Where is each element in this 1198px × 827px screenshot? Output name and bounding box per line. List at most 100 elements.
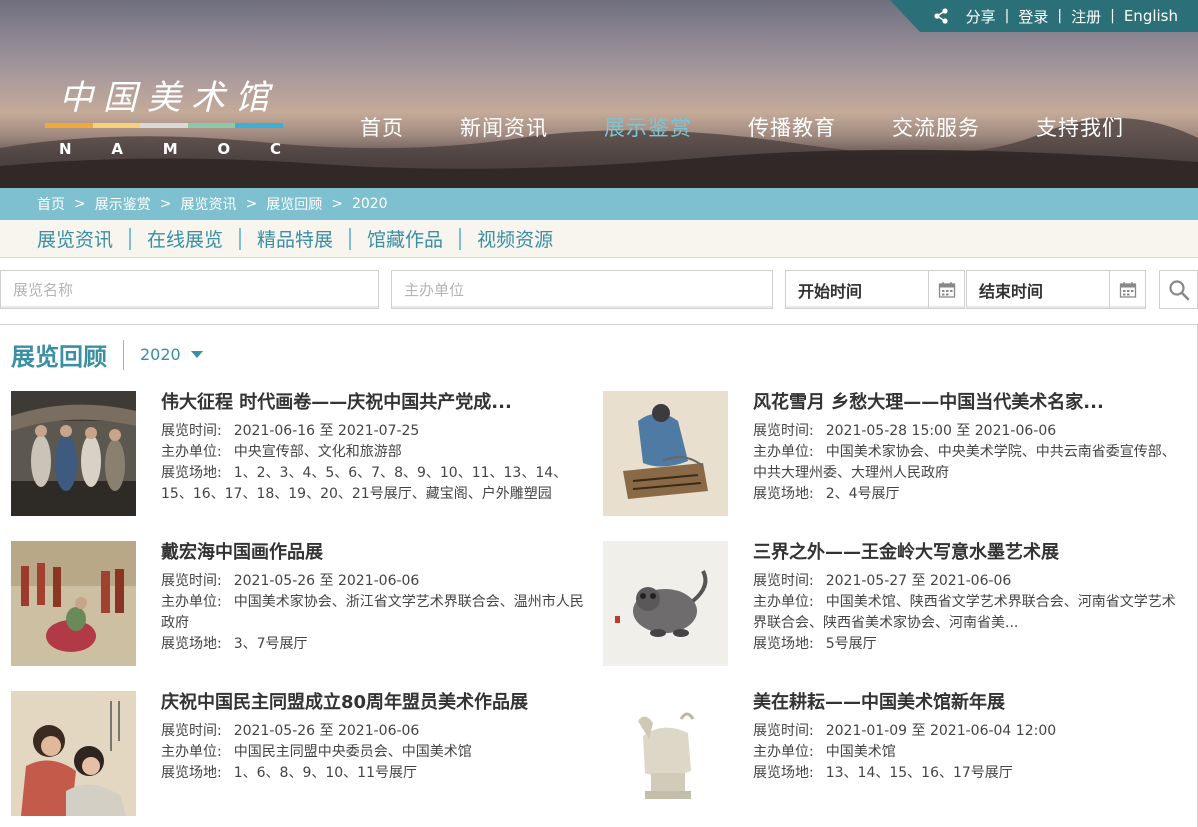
subnav-video[interactable]: 视频资源 [477, 225, 553, 252]
start-date-field[interactable]: 开始时间 [785, 270, 965, 309]
nav-education[interactable]: 传播教育 [748, 112, 836, 142]
exhibition-venue: 展览场地: 13、14、15、16、17号展厅 [753, 763, 1188, 784]
exhibition-title[interactable]: 风花雪月 乡愁大理——中国当代美术名家... [753, 391, 1188, 415]
exhibition-organizer: 主办单位: 中国美术馆 [753, 742, 1188, 763]
separator: | [1004, 8, 1010, 24]
exhibition-thumbnail[interactable] [603, 691, 728, 816]
time-value: 2021-05-26 至 2021-06-06 [233, 723, 420, 739]
end-date-field[interactable]: 结束时间 [966, 270, 1146, 309]
site-header: 分享 | 登录 | 注册 | English 中国美术馆 N A M O C 首… [0, 0, 1198, 188]
exhibition-title[interactable]: 戴宏海中国画作品展 [161, 541, 591, 565]
venue-value: 13、14、15、16、17号展厅 [825, 765, 1013, 781]
logo-bar-segment [92, 123, 141, 128]
logo-chinese-text: 中国美术馆 [59, 78, 279, 118]
search-button[interactable] [1159, 270, 1198, 309]
logo-bar-segment [235, 123, 283, 128]
exhibition-organizer: 主办单位: 中国美术家协会、中央美术学院、中共云南省委宣传部、中共大理州委、大理州… [753, 442, 1188, 484]
venue-value: 3、7号展厅 [233, 636, 308, 652]
english-link[interactable]: English [1124, 7, 1178, 25]
org-label: 主办单位: [753, 594, 814, 610]
calendar-icon[interactable] [1109, 271, 1145, 308]
time-label: 展览时间: [161, 423, 222, 439]
exhibition-info: 三界之外——王金岭大写意水墨艺术展 展览时间: 2021-05-27 至 2021… [753, 541, 1188, 655]
nav-support[interactable]: 支持我们 [1036, 112, 1124, 142]
exhibition-item[interactable]: 伟大征程 时代画卷——庆祝中国共产党成... 展览时间: 2021-06-16 至… [11, 391, 591, 521]
sub-nav: 展览资讯 在线展览 精品特展 馆藏作品 视频资源 [0, 220, 1198, 258]
nav-home[interactable]: 首页 [360, 112, 404, 142]
breadcrumb-exhibitions[interactable]: 展示鉴赏 [95, 194, 151, 214]
exhibition-review-panel: 展览回顾 2020 伟大征程 时代画卷——庆祝中国共产党成... 展览时间: 2… [0, 324, 1198, 827]
time-value: 2021-05-27 至 2021-06-06 [825, 573, 1012, 589]
time-value: 2021-05-26 至 2021-06-06 [233, 573, 420, 589]
subnav-online-exhibitions[interactable]: 在线展览 [147, 225, 223, 252]
exhibition-time: 展览时间: 2021-05-26 至 2021-06-06 [161, 571, 591, 592]
exhibition-name-input[interactable] [1, 271, 378, 308]
breadcrumb-review[interactable]: 展览回顾 [266, 194, 322, 214]
exhibition-thumbnail[interactable] [11, 541, 136, 666]
exhibition-item[interactable]: 戴宏海中国画作品展 展览时间: 2021-05-26 至 2021-06-06 主… [11, 541, 591, 671]
breadcrumb-current: 2020 [351, 196, 388, 212]
exhibition-thumbnail[interactable] [11, 391, 136, 516]
exhibition-thumbnail[interactable] [603, 391, 728, 516]
share-link[interactable]: 分享 [966, 6, 996, 27]
nav-exchange[interactable]: 交流服务 [892, 112, 980, 142]
calendar-icon[interactable] [928, 271, 964, 308]
breadcrumb-exhibition-news[interactable]: 展览资讯 [180, 194, 236, 214]
logo-english-text: N A M O C [59, 140, 281, 158]
exhibition-name-field [0, 270, 379, 309]
share-icon[interactable] [932, 7, 950, 25]
breadcrumb-home[interactable]: 首页 [37, 194, 65, 214]
login-link[interactable]: 登录 [1018, 6, 1048, 27]
end-date-label: 结束时间 [979, 281, 1044, 301]
nav-exhibitions[interactable]: 展示鉴赏 [604, 112, 692, 142]
exhibition-venue: 展览场地: 3、7号展厅 [161, 634, 591, 655]
exhibition-info: 戴宏海中国画作品展 展览时间: 2021-05-26 至 2021-06-06 主… [161, 541, 591, 655]
exhibition-title[interactable]: 三界之外——王金岭大写意水墨艺术展 [753, 541, 1188, 565]
time-label: 展览时间: [161, 573, 222, 589]
venue-label: 展览场地: [753, 636, 814, 652]
time-label: 展览时间: [161, 723, 222, 739]
subnav-divider [129, 227, 132, 250]
time-value: 2021-05-28 15:00 至 2021-06-06 [825, 423, 1057, 439]
breadcrumb-separator: > [245, 196, 258, 212]
exhibition-thumbnail[interactable] [11, 691, 136, 816]
exhibition-title[interactable]: 美在耕耘——中国美术馆新年展 [753, 691, 1188, 715]
subnav-collection[interactable]: 馆藏作品 [367, 225, 443, 252]
exhibition-organizer: 主办单位: 中央宣传部、文化和旅游部 [161, 442, 591, 463]
org-value: 中国民主同盟中央委员会、中国美术馆 [233, 744, 472, 760]
subnav-special-exhibitions[interactable]: 精品特展 [257, 225, 333, 252]
exhibition-thumbnail[interactable] [603, 541, 728, 666]
breadcrumb: 首页 > 展示鉴赏 > 展览资讯 > 展览回顾 > 2020 [0, 188, 1198, 220]
exhibition-item[interactable]: 风花雪月 乡愁大理——中国当代美术名家... 展览时间: 2021-05-28 1… [603, 391, 1193, 521]
exhibition-item[interactable]: 美在耕耘——中国美术馆新年展 展览时间: 2021-01-09 至 2021-06… [603, 691, 1193, 821]
organizer-field [391, 270, 773, 309]
exhibition-item[interactable]: 庆祝中国民主同盟成立80周年盟员美术作品展 展览时间: 2021-05-26 至 … [11, 691, 591, 821]
org-value: 中国美术家协会、中央美术学院、中共云南省委宣传部、中共大理州委、大理州人民政府 [753, 444, 1176, 481]
separator: | [1057, 8, 1063, 24]
breadcrumb-separator: > [74, 196, 86, 212]
year-select[interactable]: 2020 [140, 345, 203, 364]
section-header: 展览回顾 2020 [11, 337, 203, 372]
exhibition-time: 展览时间: 2021-06-16 至 2021-07-25 [161, 421, 591, 442]
site-logo[interactable]: 中国美术馆 N A M O C [45, 78, 285, 160]
logo-letter: A [111, 140, 123, 158]
exhibition-item[interactable]: 三界之外——王金岭大写意水墨艺术展 展览时间: 2021-05-27 至 2021… [603, 541, 1193, 671]
venue-label: 展览场地: [161, 465, 222, 481]
register-link[interactable]: 注册 [1071, 6, 1101, 27]
exhibition-info: 庆祝中国民主同盟成立80周年盟员美术作品展 展览时间: 2021-05-26 至 … [161, 691, 591, 784]
exhibition-title[interactable]: 伟大征程 时代画卷——庆祝中国共产党成... [161, 391, 591, 415]
logo-bar-segment [140, 123, 188, 128]
time-label: 展览时间: [753, 573, 814, 589]
subnav-divider [239, 227, 242, 250]
exhibition-time: 展览时间: 2021-05-27 至 2021-06-06 [753, 571, 1188, 592]
org-label: 主办单位: [161, 594, 222, 610]
subnav-exhibition-news[interactable]: 展览资讯 [37, 225, 113, 252]
exhibition-venue: 展览场地: 5号展厅 [753, 634, 1188, 655]
logo-letter: O [217, 140, 231, 158]
exhibition-organizer: 主办单位: 中国美术家协会、浙江省文学艺术界联合会、温州市人民政府 [161, 592, 591, 634]
org-value: 中国美术馆、陕西省文学艺术界联合会、河南省文学艺术界联合会、陕西省美术家协会、河… [753, 594, 1176, 631]
organizer-input[interactable] [392, 271, 772, 308]
nav-news[interactable]: 新闻资讯 [460, 112, 548, 142]
org-value: 中央宣传部、文化和旅游部 [233, 444, 402, 460]
exhibition-title[interactable]: 庆祝中国民主同盟成立80周年盟员美术作品展 [161, 691, 591, 715]
